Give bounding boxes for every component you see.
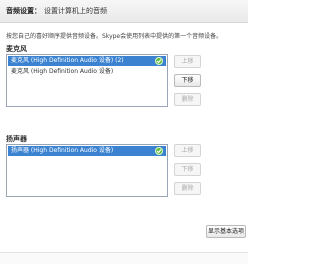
- header-bar: 音频设置： 设置计算机上的音频: [0, 0, 248, 23]
- microphone-device-item[interactable]: 麦克风 (High Definition Audio 设备): [8, 67, 166, 77]
- speaker-move-down-button[interactable]: 下移: [174, 163, 201, 176]
- microphone-move-up-button[interactable]: 上移: [174, 55, 201, 68]
- speaker-device-item[interactable]: 扬声器 (High Definition Audio 设备): [8, 146, 166, 156]
- speaker-label: 扬声器: [6, 135, 27, 143]
- page-subtitle: 设置计算机上的音频: [44, 7, 107, 15]
- speaker-list[interactable]: 扬声器 (High Definition Audio 设备): [6, 144, 168, 197]
- speaker-move-up-button[interactable]: 上移: [174, 144, 201, 157]
- microphone-delete-button[interactable]: 删除: [174, 93, 201, 106]
- page-title: 音频设置：: [6, 7, 41, 15]
- horizontal-scrollbar[interactable]: [0, 252, 248, 264]
- microphone-move-down-button[interactable]: 下移: [174, 74, 201, 87]
- microphone-device-name: 麦克风 (High Definition Audio 设备): [11, 68, 114, 75]
- active-check-icon: [155, 57, 163, 65]
- speaker-delete-button[interactable]: 删除: [174, 182, 201, 195]
- microphone-list[interactable]: 麦克风 (High Definition Audio 设备) (2) 麦克风 (…: [6, 54, 168, 107]
- speaker-device-name: 扬声器 (High Definition Audio 设备): [11, 147, 114, 154]
- microphone-label: 麦克风: [6, 45, 27, 53]
- active-check-icon: [155, 147, 163, 155]
- show-basic-options-button[interactable]: 显示基本选项: [206, 225, 246, 238]
- description-text: 按您自己的喜好顺序提供音频设备。Skype会使用列表中提供的第一个音频设备。: [6, 33, 223, 40]
- microphone-device-name: 麦克风 (High Definition Audio 设备) (2): [11, 57, 124, 64]
- microphone-device-item[interactable]: 麦克风 (High Definition Audio 设备) (2): [8, 56, 166, 66]
